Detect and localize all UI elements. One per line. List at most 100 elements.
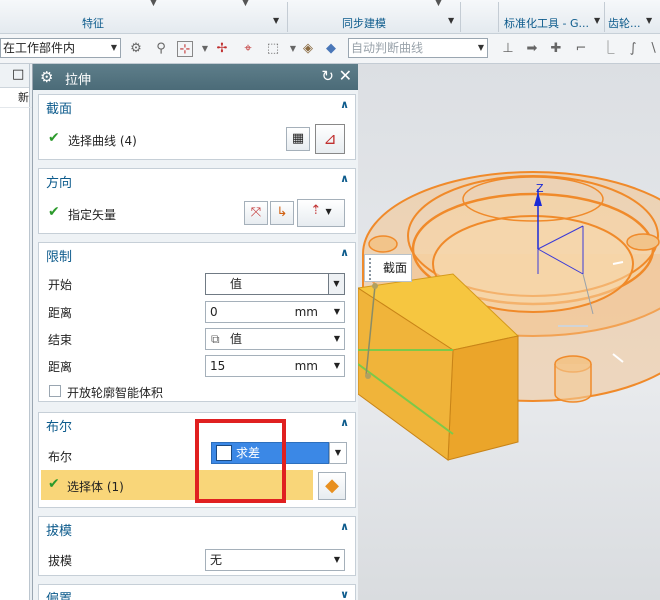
select-feature-icon[interactable]: ⚲ bbox=[153, 41, 169, 57]
chevron-down-icon: ▼ bbox=[333, 334, 340, 343]
reset-icon[interactable]: ↻ bbox=[321, 67, 334, 85]
chevron-down-icon: ▼ bbox=[334, 448, 342, 457]
draft-header[interactable]: 拔模 ∧ bbox=[39, 517, 355, 539]
chevron-down-icon[interactable]: ▼ bbox=[285, 41, 301, 57]
collapse-icon[interactable]: ∧ bbox=[340, 520, 349, 533]
body-icon[interactable]: ◈ bbox=[300, 41, 316, 57]
drag-handle-icon[interactable] bbox=[369, 258, 373, 280]
start-type-value: 值 bbox=[230, 277, 243, 291]
chevron-down-icon[interactable]: ▼ bbox=[334, 302, 340, 322]
select-filter-icon[interactable]: ⊹ bbox=[177, 41, 193, 57]
end-distance-row: 距离 15 mm ▼ bbox=[39, 353, 357, 379]
select-body-button[interactable]: ◆ bbox=[318, 472, 346, 500]
reverse-direction-button[interactable]: ⤧ bbox=[244, 201, 268, 225]
specify-vector-label: 指定矢量 bbox=[68, 208, 117, 222]
ribbon-group-gears: 齿轮... bbox=[608, 17, 641, 30]
vector-dialog-button[interactable]: ↳ bbox=[270, 201, 294, 225]
section-header[interactable]: 截面 ∧ bbox=[39, 95, 355, 117]
check-icon: ✔ bbox=[48, 204, 60, 220]
select-curve-row[interactable]: ✔ 选择曲线 (4) ▦ ⊿ bbox=[39, 124, 357, 154]
corner-icon[interactable]: ⌐ bbox=[573, 41, 589, 57]
gear-icon[interactable]: ⚙ bbox=[40, 68, 53, 86]
ribbon-group-std-tools: 标准化工具 - G... bbox=[504, 17, 589, 30]
box-select-icon[interactable]: ⬚ bbox=[265, 41, 281, 57]
chevron-down-icon: ▼ bbox=[325, 207, 332, 216]
start-row: 开始 值 ▼ bbox=[39, 271, 357, 297]
section-label: 截面 bbox=[46, 102, 73, 117]
direction-header[interactable]: 方向 ∧ bbox=[39, 169, 355, 191]
model-view[interactable]: Z bbox=[358, 64, 660, 600]
leader-dot bbox=[365, 373, 371, 379]
start-distance-input[interactable]: 0 mm ▼ bbox=[205, 301, 345, 323]
open-profile-row: 开放轮廓智能体积 bbox=[39, 379, 357, 405]
point-snap-icon[interactable]: ✢ bbox=[214, 41, 230, 57]
maximize-icon[interactable]: □ bbox=[12, 67, 24, 82]
curve-rule-select[interactable]: 自动判断曲线 ▼ bbox=[348, 38, 488, 58]
collapse-icon[interactable]: ∧ bbox=[340, 98, 349, 111]
offset-header[interactable]: 偏置 ∨ bbox=[39, 585, 355, 600]
arrow-right-icon[interactable]: ➡ bbox=[524, 41, 540, 57]
collapse-icon[interactable]: ∨ bbox=[340, 588, 349, 600]
start-type-select[interactable]: 值 ▼ bbox=[205, 273, 345, 295]
end-distance-input[interactable]: 15 mm ▼ bbox=[205, 355, 345, 377]
end-unit: mm bbox=[294, 359, 318, 373]
draft-row-label: 拔模 bbox=[48, 554, 73, 568]
curve-icon[interactable]: ⌖ bbox=[240, 41, 256, 57]
close-icon[interactable]: ✕ bbox=[339, 66, 352, 85]
scope-filter-value: 在工作部件内 bbox=[3, 41, 76, 55]
highlight-box bbox=[195, 419, 286, 503]
ribbon-separator bbox=[287, 2, 288, 32]
ribbon-group-features: 特征 bbox=[82, 17, 104, 30]
chevron-down-icon: ▼ bbox=[110, 43, 117, 52]
graphics-window[interactable]: Z bbox=[358, 64, 660, 600]
specify-vector-row[interactable]: ✔ 指定矢量 ⤧ ↳ ⇡ ▼ bbox=[39, 199, 357, 227]
direction-label: 方向 bbox=[46, 176, 73, 191]
end-type-value: 值 bbox=[230, 332, 243, 346]
ribbon-separator bbox=[498, 2, 499, 32]
ribbon-dropdown-icon[interactable]: ▼ bbox=[646, 16, 652, 25]
end-label: 结束 bbox=[48, 333, 73, 347]
sketch-section-button[interactable]: ▦ bbox=[286, 127, 310, 151]
ribbon-dropdown-icon[interactable]: ▼ bbox=[448, 16, 454, 25]
curve-path-icon[interactable]: ∫ bbox=[625, 41, 641, 57]
section-tag[interactable]: 截面 bbox=[364, 254, 412, 282]
section-panel: 截面 ∧ ✔ 选择曲线 (4) ▦ ⊿ bbox=[38, 94, 356, 160]
ribbon-dropdown-icon[interactable]: ▼ bbox=[594, 16, 600, 25]
snap-icon[interactable]: ⚙ bbox=[128, 41, 144, 57]
bolt-hole-right bbox=[626, 233, 660, 251]
open-profile-checkbox[interactable] bbox=[49, 385, 61, 397]
ribbon-arrow-icon[interactable]: ▼ bbox=[435, 0, 442, 8]
dialog-title: 拉伸 bbox=[65, 73, 92, 88]
tangent-icon[interactable]: ⊥ bbox=[500, 41, 516, 57]
ribbon-dropdown-icon[interactable]: ▼ bbox=[273, 16, 279, 25]
leader-dot bbox=[372, 283, 378, 289]
vector-type-dropdown[interactable]: ⇡ ▼ bbox=[297, 199, 345, 227]
pencil-icon[interactable]: ∖ bbox=[645, 41, 660, 57]
limits-label: 限制 bbox=[46, 250, 73, 265]
ribbon-arrow-icon[interactable]: ▼ bbox=[242, 0, 249, 8]
offset-label: 偏置 bbox=[46, 592, 73, 600]
boolean-dropdown-button[interactable]: ▼ bbox=[329, 442, 347, 464]
chevron-down-icon[interactable]: ▼ bbox=[334, 356, 340, 376]
limits-header[interactable]: 限制 ∧ bbox=[39, 243, 355, 265]
solid-icon[interactable]: ◆ bbox=[323, 41, 339, 57]
vector-icon: ⇡ bbox=[310, 203, 322, 218]
draft-select[interactable]: 无 ▼ bbox=[205, 549, 345, 571]
end-distance-value: 15 bbox=[210, 359, 226, 373]
value-icon: ⧉ bbox=[211, 332, 220, 346]
draft-value: 无 bbox=[210, 553, 223, 567]
path-icon[interactable]: ⎿ bbox=[600, 41, 616, 57]
collapse-icon[interactable]: ∧ bbox=[340, 172, 349, 185]
scope-filter-select[interactable]: 在工作部件内 ▼ bbox=[0, 38, 121, 58]
dialog-title-bar[interactable]: ⚙ 拉伸 ↻ ✕ bbox=[33, 64, 358, 90]
ribbon-arrow-icon[interactable]: ▼ bbox=[150, 0, 157, 8]
block-front-right bbox=[447, 335, 519, 461]
chevron-down-icon: ▼ bbox=[333, 555, 340, 564]
chevron-down-icon[interactable]: ▼ bbox=[197, 41, 213, 57]
chevron-down-icon: ▼ bbox=[328, 274, 344, 294]
collapse-icon[interactable]: ∧ bbox=[340, 246, 349, 259]
end-type-select[interactable]: ⧉ 值 ▼ bbox=[205, 328, 345, 350]
intersect-icon[interactable]: ✚ bbox=[548, 41, 564, 57]
collapse-icon[interactable]: ∧ bbox=[340, 416, 349, 429]
curve-select-button[interactable]: ⊿ bbox=[315, 124, 345, 154]
